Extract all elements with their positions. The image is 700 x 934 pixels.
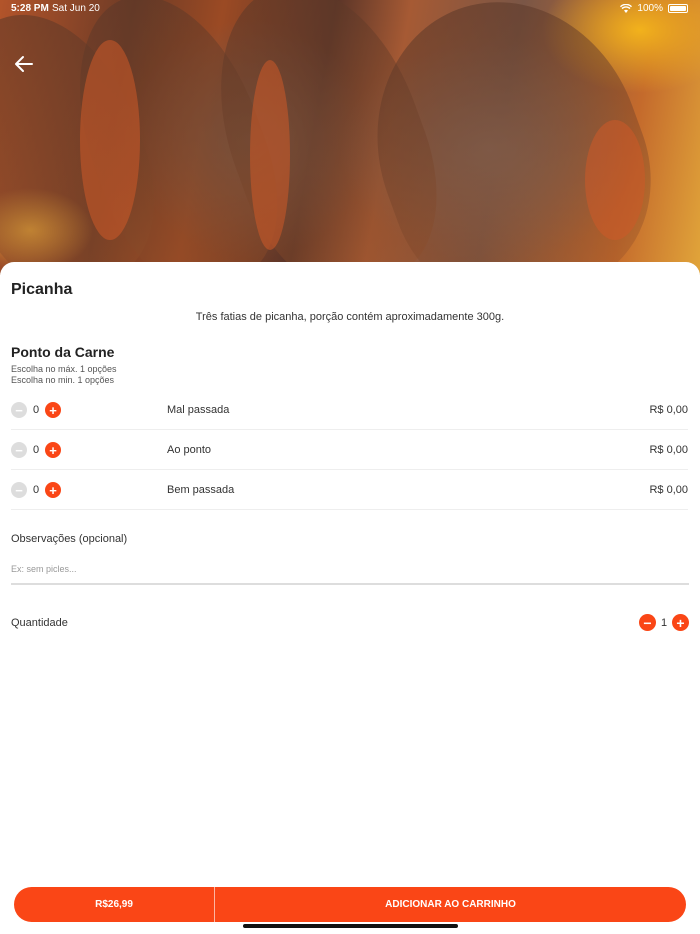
decrement-button[interactable]: −	[11, 442, 27, 458]
quantity-decrement-button[interactable]: −	[639, 614, 656, 631]
product-title: Picanha	[11, 281, 73, 298]
option-stepper: − 0 +	[11, 470, 61, 510]
status-indicators: 100%	[620, 3, 688, 14]
option-row-bem-passada: − 0 + Bem passada R$ 0,00	[11, 470, 688, 510]
increment-button[interactable]: +	[45, 402, 61, 418]
increment-button[interactable]: +	[45, 442, 61, 458]
add-to-cart-bar: R$26,99 ADICIONAR AO CARRINHO	[14, 887, 686, 922]
option-name: Ao ponto	[167, 444, 212, 456]
option-count: 0	[32, 404, 40, 416]
decrement-button[interactable]: −	[11, 482, 27, 498]
option-price: R$ 0,00	[649, 484, 688, 496]
option-price: R$ 0,00	[649, 404, 688, 416]
decrement-button[interactable]: −	[11, 402, 27, 418]
total-price[interactable]: R$26,99	[14, 887, 215, 922]
notes-label: Observações (opcional)	[11, 533, 128, 545]
status-time: 5:28 PM	[11, 3, 49, 14]
quantity-label: Quantidade	[11, 617, 68, 629]
arrow-left-icon	[15, 56, 33, 72]
option-count: 0	[32, 444, 40, 456]
status-bar: 5:28 PM Sat Jun 20 100%	[0, 0, 700, 18]
product-image	[0, 0, 700, 275]
battery-percent: 100%	[637, 3, 663, 14]
notes-input[interactable]	[11, 555, 689, 585]
option-name: Bem passada	[167, 484, 235, 496]
option-count: 0	[32, 484, 40, 496]
status-date: Sat Jun 20	[52, 3, 100, 14]
quantity-increment-button[interactable]: +	[672, 614, 689, 631]
option-group-min-rule: Escolha no min. 1 opções	[11, 375, 115, 385]
option-group-max-rule: Escolha no máx. 1 opções	[11, 364, 117, 374]
product-description: Três fatias de picanha, porção contém ap…	[195, 311, 505, 323]
quantity-value: 1	[660, 616, 668, 629]
option-row-ao-ponto: − 0 + Ao ponto R$ 0,00	[11, 430, 688, 470]
wifi-icon	[620, 4, 633, 13]
add-to-cart-button[interactable]: ADICIONAR AO CARRINHO	[215, 887, 686, 922]
option-stepper: − 0 +	[11, 430, 61, 470]
option-group-title: Ponto da Carne	[11, 344, 115, 360]
battery-icon	[668, 4, 688, 13]
option-stepper: − 0 +	[11, 390, 61, 430]
product-detail-sheet: Picanha Três fatias de picanha, porção c…	[0, 262, 700, 934]
option-price: R$ 0,00	[649, 444, 688, 456]
increment-button[interactable]: +	[45, 482, 61, 498]
option-row-mal-passada: − 0 + Mal passada R$ 0,00	[11, 390, 688, 430]
option-name: Mal passada	[167, 404, 230, 416]
back-button[interactable]	[10, 50, 38, 78]
quantity-stepper: − 1 +	[639, 614, 689, 631]
home-indicator	[243, 924, 458, 928]
